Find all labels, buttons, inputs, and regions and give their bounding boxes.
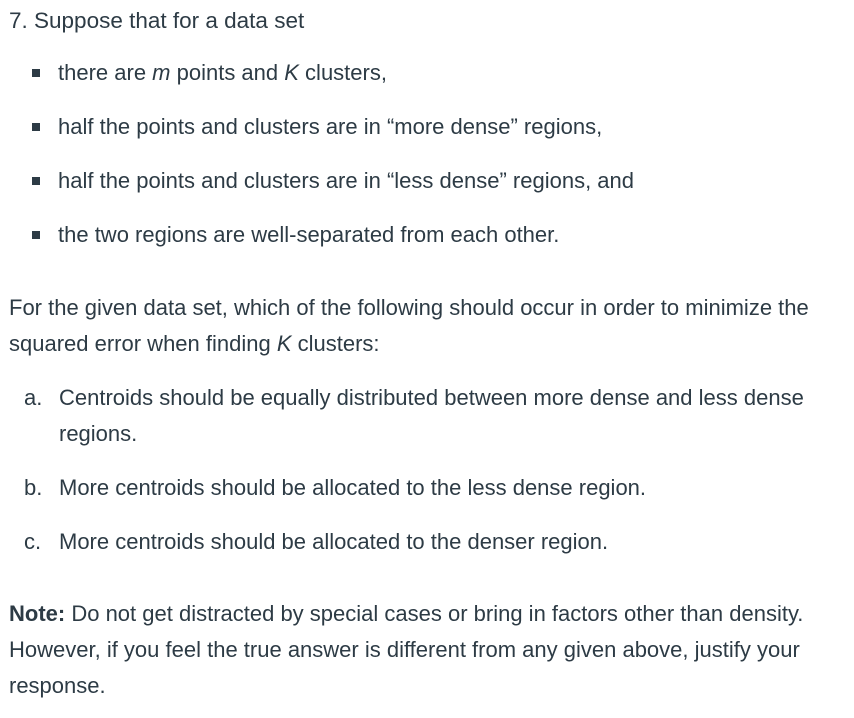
prompt-text-pre: For the given data set, which of the fol… [9, 295, 809, 356]
bullet-icon [32, 69, 40, 77]
condition-text-post: clusters, [298, 60, 387, 85]
option-c: c. More centroids should be allocated to… [9, 524, 844, 560]
variable-m: m [152, 60, 171, 85]
condition-text-mid: points and [170, 60, 285, 85]
note-label: Note: [9, 601, 66, 626]
bullet-icon [32, 231, 40, 239]
list-item: half the points and clusters are in “les… [29, 166, 634, 220]
note-text: Do not get distracted by special cases o… [9, 601, 804, 698]
prompt-text-post: clusters: [291, 331, 380, 356]
bullet-icon [32, 123, 40, 131]
list-item: there are m points and K clusters, [29, 58, 634, 112]
option-letter: c. [24, 529, 42, 554]
question-prompt: For the given data set, which of the fol… [9, 290, 844, 362]
bullet-icon [32, 177, 40, 185]
answer-options: a. Centroids should be equally distribut… [9, 380, 844, 560]
option-b: b. More centroids should be allocated to… [9, 470, 844, 506]
option-text: More centroids should be allocated to th… [59, 475, 647, 500]
condition-text-pre: there are [58, 60, 153, 85]
condition-text: the two regions are well-separated from … [58, 222, 560, 247]
option-letter: a. [24, 385, 43, 410]
variable-k: K [284, 60, 299, 85]
note-paragraph: Note: Do not get distracted by special c… [9, 596, 844, 704]
question-title: 7. Suppose that for a data set [9, 8, 305, 33]
option-text: More centroids should be allocated to th… [59, 529, 609, 554]
condition-text: half the points and clusters are in “les… [58, 168, 634, 193]
variable-k: K [276, 331, 292, 356]
option-a: a. Centroids should be equally distribut… [9, 380, 844, 452]
option-letter: b. [24, 475, 43, 500]
list-item: half the points and clusters are in “mor… [29, 112, 634, 166]
condition-text: half the points and clusters are in “mor… [58, 114, 603, 139]
list-item: the two regions are well-separated from … [29, 220, 634, 274]
conditions-list: there are m points and K clusters, half … [29, 58, 634, 274]
option-text: Centroids should be equally distributed … [59, 385, 804, 446]
